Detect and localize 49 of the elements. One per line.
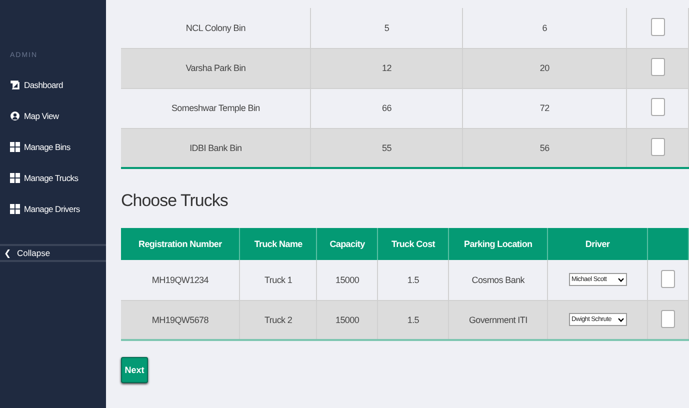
table-cell: MH19QW1234 <box>121 260 240 300</box>
sidebar-item[interactable]: Manage Bins <box>0 131 106 162</box>
sidebar-item[interactable]: Dashboard <box>0 69 106 100</box>
column-header: Parking Location <box>448 228 548 260</box>
table-cell: Cosmos Bank <box>448 260 548 300</box>
table-cell: 15000 <box>316 300 378 340</box>
next-button[interactable]: Next <box>121 357 148 383</box>
checkbox[interactable] <box>650 18 664 36</box>
column-header: Driver <box>548 228 648 260</box>
table-cell: Someshwar Temple Bin <box>121 88 311 128</box>
table-cell: 66 <box>310 88 463 128</box>
book-icon <box>10 80 20 90</box>
sidebar-item[interactable]: Manage Trucks <box>0 162 106 193</box>
column-header: Capacity <box>316 228 378 260</box>
column-header: Truck Cost <box>378 228 449 260</box>
checkbox[interactable] <box>650 98 664 116</box>
table-cell: 20 <box>462 48 627 88</box>
table-cell: 56 <box>462 128 627 168</box>
grid-icon <box>10 142 20 152</box>
checkbox[interactable] <box>650 138 664 156</box>
table-cell: 55 <box>310 128 463 168</box>
checkbox[interactable] <box>650 58 664 76</box>
table-cell: 1.5 <box>378 300 449 340</box>
column-header: Registration Number <box>121 228 240 260</box>
grid-icon <box>10 204 20 214</box>
table-cell: 12 <box>310 48 463 88</box>
grid-icon <box>10 172 20 182</box>
table-cell: 1.5 <box>378 260 449 300</box>
table-cell: Truck 2 <box>240 300 317 340</box>
table-cell: 6 <box>462 8 627 48</box>
caret-icon <box>618 318 624 322</box>
table-cell: Truck 1 <box>240 260 317 300</box>
sidebar-item[interactable]: Manage Drivers <box>0 193 106 224</box>
section-title: Choose Trucks <box>121 191 229 211</box>
table-cell: Government ITI <box>448 300 548 340</box>
sidebar-item[interactable]: Map View <box>0 100 106 131</box>
collapse-button[interactable]: ❮ Collapse <box>0 244 106 262</box>
checkbox[interactable] <box>661 310 675 328</box>
column-header: Truck Name <box>240 228 317 260</box>
checkbox[interactable] <box>661 270 675 288</box>
table-cell: 5 <box>310 8 463 48</box>
table-cell: Varsha Park Bin <box>121 48 311 88</box>
table-cell: IDBI Bank Bin <box>121 128 311 168</box>
table-cell: 15000 <box>316 260 378 300</box>
table-cell: NCL Colony Bin <box>121 8 311 48</box>
user-icon <box>10 110 20 120</box>
caret-icon <box>618 278 624 282</box>
table-cell: 72 <box>462 88 627 128</box>
table-cell: MH19QW5678 <box>121 300 240 340</box>
